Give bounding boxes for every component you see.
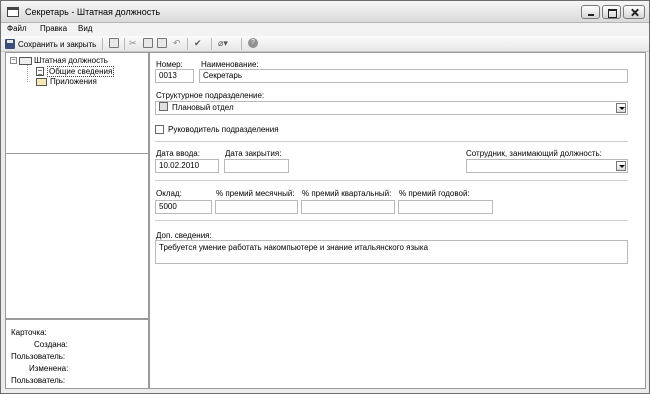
window-title: Секретарь - Штатная должность xyxy=(25,7,161,17)
staff-position-icon xyxy=(19,56,32,65)
document-icon xyxy=(36,67,44,76)
date-close-label: Дата закрытия: xyxy=(225,149,282,158)
bonus-monthly-field[interactable] xyxy=(215,200,298,214)
number-label: Номер: xyxy=(156,60,183,69)
changed-label: Изменена: xyxy=(29,364,69,373)
department-head-checkbox[interactable] xyxy=(155,125,164,134)
department-label: Структурное подразделение: xyxy=(156,91,265,100)
department-value: Плановый отдел xyxy=(172,103,234,112)
cut-icon[interactable]: ✂ xyxy=(129,38,137,50)
card-label: Карточка: xyxy=(11,328,47,337)
tree-root-label: Штатная должность xyxy=(34,56,108,65)
department-head-label: Руководитель подразделения xyxy=(168,125,279,134)
minimize-button[interactable] xyxy=(581,5,600,19)
print-icon[interactable] xyxy=(109,38,119,48)
menu-view[interactable]: Вид xyxy=(78,24,92,33)
chevron-down-icon[interactable] xyxy=(616,103,626,113)
title-bar[interactable]: Секретарь - Штатная должность xyxy=(1,1,649,23)
date-close-field[interactable] xyxy=(224,159,289,173)
record-info-panel: Карточка: Создана: Пользователь: Изменен… xyxy=(5,319,149,389)
folder-icon xyxy=(36,77,47,86)
tree-connector-lines xyxy=(27,65,35,82)
salary-field[interactable]: 5000 xyxy=(155,200,212,214)
collapse-icon[interactable]: − xyxy=(10,57,17,64)
bonus-yearly-label: % премий годовой: xyxy=(399,189,470,198)
toolbar-separator xyxy=(187,38,188,50)
toolbar-separator xyxy=(241,38,242,50)
general-info-form: Номер: 0013 Наименование: Секретарь Стру… xyxy=(149,52,646,389)
toolbar: Сохранить и закрыть ✂ ↶ ✔ ⌀▾ ? xyxy=(1,36,649,52)
extra-info-textarea[interactable]: Требуется умение работать накомпьютере и… xyxy=(155,240,628,264)
undo-icon[interactable]: ↶ xyxy=(173,38,181,50)
tree-item-attachments[interactable]: Приложения xyxy=(36,77,97,86)
tree-item-label: Приложения xyxy=(50,77,97,86)
salary-label: Оклад: xyxy=(156,189,182,198)
divider xyxy=(155,220,628,221)
toolbar-separator xyxy=(124,38,125,50)
save-and-close-label: Сохранить и закрыть xyxy=(18,39,97,49)
department-icon xyxy=(159,102,168,112)
help-icon[interactable]: ? xyxy=(248,38,258,48)
number-field[interactable]: 0013 xyxy=(155,69,194,83)
save-and-close-button[interactable]: Сохранить и закрыть xyxy=(5,38,96,50)
toolbar-separator xyxy=(211,38,212,50)
bonus-quarterly-label: % премий квартальный: xyxy=(302,189,392,198)
floppy-disk-icon xyxy=(5,39,15,49)
paste-icon[interactable] xyxy=(157,38,167,48)
copy-icon[interactable] xyxy=(143,38,153,48)
menu-bar: Файл Правка Вид xyxy=(1,23,649,36)
close-button[interactable] xyxy=(623,5,645,19)
menu-edit[interactable]: Правка xyxy=(40,24,67,33)
name-label: Наименование: xyxy=(201,60,259,69)
maximize-button[interactable] xyxy=(602,5,621,19)
date-in-field[interactable]: 10.02.2010 xyxy=(155,159,219,173)
date-in-label: Дата ввода: xyxy=(156,149,200,158)
bonus-quarterly-field[interactable] xyxy=(301,200,395,214)
toolbar-separator xyxy=(102,38,103,50)
created-label: Создана: xyxy=(34,340,68,349)
chevron-down-icon[interactable] xyxy=(616,161,626,171)
empty-panel xyxy=(5,154,149,319)
name-field[interactable]: Секретарь xyxy=(199,69,628,83)
extra-info-label: Доп. сведения: xyxy=(156,231,212,240)
tree-root-item[interactable]: − Штатная должность xyxy=(10,56,108,65)
employee-select[interactable] xyxy=(466,159,628,173)
tree-item-label: Общие сведения xyxy=(47,66,115,77)
changed-user-label: Пользователь: xyxy=(11,376,66,385)
divider xyxy=(155,180,628,181)
navigation-tree: − Штатная должность Общие сведения Прило… xyxy=(5,52,149,154)
tree-item-general[interactable]: Общие сведения xyxy=(36,66,115,77)
menu-file[interactable]: Файл xyxy=(7,24,27,33)
bonus-yearly-field[interactable] xyxy=(398,200,493,214)
bonus-monthly-label: % премий месячный: xyxy=(216,189,295,198)
created-user-label: Пользователь: xyxy=(11,352,66,361)
spellcheck-icon[interactable]: ✔ xyxy=(194,38,202,50)
paperclip-icon[interactable]: ⌀▾ xyxy=(218,38,228,50)
app-window-icon xyxy=(7,7,19,17)
department-select[interactable]: Плановый отдел xyxy=(155,101,628,115)
employee-label: Сотрудник, занимающий должность: xyxy=(466,149,602,158)
divider xyxy=(155,141,628,142)
application-window: Секретарь - Штатная должность Файл Правк… xyxy=(0,0,650,394)
